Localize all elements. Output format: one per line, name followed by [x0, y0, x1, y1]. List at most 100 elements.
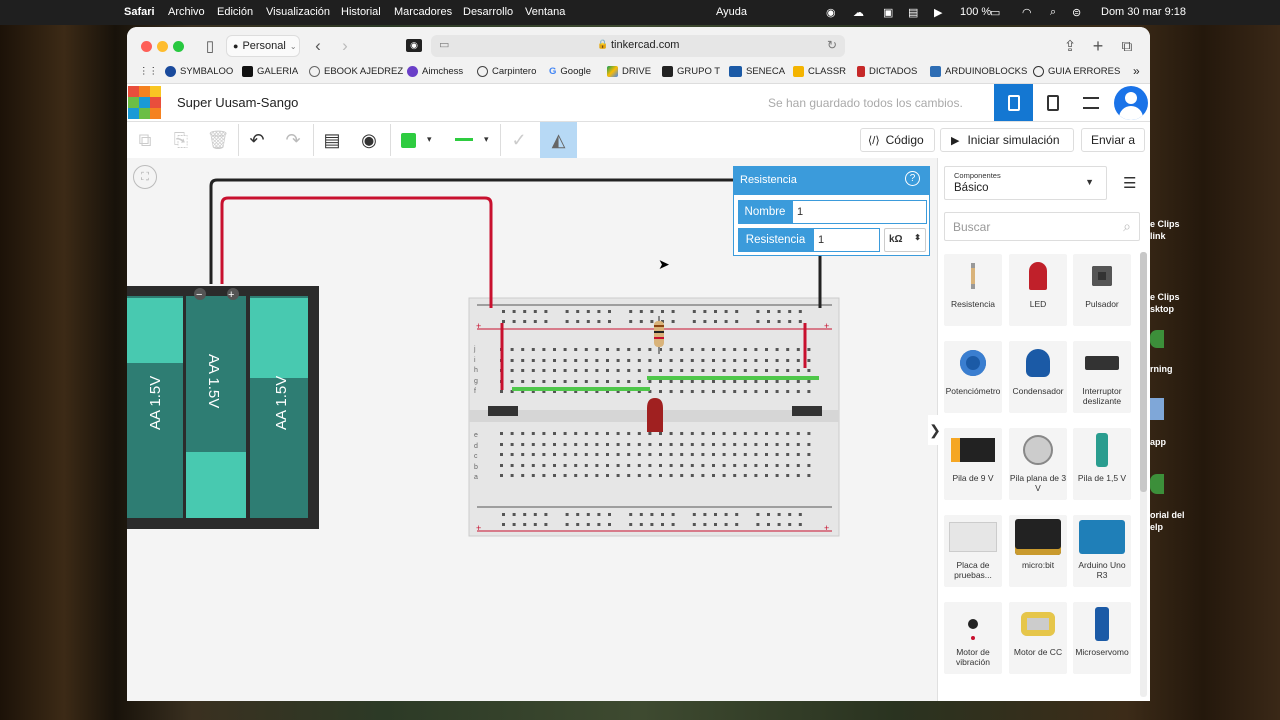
- bookmark-ebook-ajedrez[interactable]: EBOOK AJEDREZ: [309, 66, 403, 77]
- desktop-file-icon[interactable]: [1150, 474, 1164, 494]
- start-simulation-button[interactable]: ▶ Iniciar simulación: [940, 128, 1074, 152]
- sidebar-icon[interactable]: ▯: [200, 37, 220, 55]
- clipboard-icon[interactable]: ▤: [908, 6, 918, 19]
- desktop-label[interactable]: link: [1150, 231, 1166, 241]
- text-icon[interactable]: ▣: [883, 6, 893, 19]
- list-view-icon[interactable]: ☰: [1123, 174, 1136, 192]
- component-tile[interactable]: Pila de 9 V: [944, 428, 1002, 500]
- bookmarks-overflow-icon[interactable]: »: [1133, 64, 1140, 78]
- component-tile[interactable]: Pulsador: [1073, 254, 1131, 326]
- notes-icon[interactable]: ▤: [318, 125, 346, 155]
- send-to-button[interactable]: Enviar a: [1081, 128, 1145, 152]
- bookmark-grupo-t[interactable]: GRUPO T: [662, 66, 720, 77]
- battery-percent[interactable]: 100 %: [960, 6, 991, 18]
- search-input[interactable]: Buscar ⌕: [944, 212, 1140, 241]
- slide-switch[interactable]: [792, 406, 822, 416]
- component-tile[interactable]: Interruptor deslizante: [1073, 341, 1131, 413]
- component-tile[interactable]: Placa de pruebas...: [944, 515, 1002, 587]
- desktop-label[interactable]: e Clips: [1150, 292, 1180, 302]
- paste-icon[interactable]: ⎘: [167, 125, 195, 155]
- forward-button[interactable]: ›: [337, 36, 353, 55]
- desktop-label[interactable]: elp: [1150, 522, 1163, 532]
- resistance-input[interactable]: 1: [813, 228, 880, 252]
- menu-ventana[interactable]: Ventana: [525, 6, 565, 18]
- unit-select[interactable]: kΩ ⬍: [884, 228, 926, 252]
- user-avatar[interactable]: [1114, 86, 1148, 120]
- zoom-window-button[interactable]: [173, 41, 184, 52]
- bookmark-carpintero[interactable]: Carpintero: [477, 66, 536, 77]
- cloud-icon[interactable]: ☁: [853, 6, 864, 19]
- spotlight-icon[interactable]: ⌕: [1050, 6, 1056, 19]
- component-tile[interactable]: Motor de vibración: [944, 602, 1002, 674]
- address-bar[interactable]: ▭ 🔒 tinkercad.com ↻: [431, 35, 845, 57]
- desktop-label[interactable]: e Clips: [1150, 219, 1180, 229]
- help-icon[interactable]: ?: [905, 171, 920, 186]
- component-tile[interactable]: Motor de CC: [1009, 602, 1067, 674]
- menu-edicion[interactable]: Edición: [217, 6, 253, 18]
- menu-archivo[interactable]: Archivo: [168, 6, 205, 18]
- menu-visualizacion[interactable]: Visualización: [266, 6, 330, 18]
- color-swatch[interactable]: [401, 133, 416, 148]
- desktop-label[interactable]: app: [1150, 437, 1166, 447]
- slide-switch[interactable]: [488, 406, 518, 416]
- resistor[interactable]: [654, 321, 664, 347]
- bookmark-seneca[interactable]: SENECA: [729, 66, 785, 77]
- redo-icon[interactable]: ↷: [279, 125, 307, 155]
- wire-type-icon[interactable]: [455, 138, 473, 141]
- profile-selector[interactable]: ● Personal ⌄: [226, 35, 300, 57]
- share-icon[interactable]: ⇪: [1062, 37, 1078, 55]
- bookmark-guia-errores[interactable]: GUIA ERRORES: [1033, 66, 1120, 77]
- wifi-icon[interactable]: ◠: [1022, 6, 1032, 19]
- component-tile[interactable]: Microservomo: [1073, 602, 1131, 674]
- component-tile[interactable]: Pila de 1,5 V: [1073, 428, 1131, 500]
- component-tile[interactable]: Potenciómetro: [944, 341, 1002, 413]
- reload-icon[interactable]: ↻: [827, 38, 837, 52]
- component-list-button[interactable]: [1075, 84, 1107, 121]
- category-select[interactable]: Componentes Básico ▼: [944, 166, 1107, 200]
- back-button[interactable]: ‹: [310, 36, 326, 55]
- project-title[interactable]: Super Uusam-Sango: [177, 95, 298, 110]
- tinkercad-logo[interactable]: [128, 86, 162, 120]
- menu-desarrollo[interactable]: Desarrollo: [463, 6, 513, 18]
- bookmark-drive[interactable]: DRIVE: [607, 66, 651, 77]
- bookmark-classr[interactable]: CLASSR: [793, 66, 846, 77]
- component-tile[interactable]: Pila plana de 3 V: [1009, 428, 1067, 500]
- desktop-file-icon[interactable]: [1150, 398, 1164, 420]
- circuit-view-button[interactable]: [994, 84, 1033, 121]
- menu-safari[interactable]: Safari: [124, 6, 155, 18]
- menu-historial[interactable]: Historial: [341, 6, 381, 18]
- rotate-icon[interactable]: ✓: [505, 125, 533, 155]
- tab-favicon-icon[interactable]: ◉: [406, 39, 422, 52]
- undo-icon[interactable]: ↶: [243, 125, 271, 155]
- panel-scrollbar[interactable]: [1140, 252, 1147, 697]
- code-button[interactable]: ⟨/⟩ Código: [860, 128, 935, 152]
- menu-ayuda[interactable]: Ayuda: [716, 6, 747, 18]
- bookmark-google[interactable]: G Google: [549, 66, 591, 77]
- component-tile[interactable]: Resistencia: [944, 254, 1002, 326]
- wire-type-dropdown-icon[interactable]: ▾: [484, 134, 489, 145]
- view-notes-icon[interactable]: ◉: [355, 125, 383, 155]
- component-tile[interactable]: Condensador: [1009, 341, 1067, 413]
- component-tile[interactable]: LED: [1009, 254, 1067, 326]
- bookmark-galeria[interactable]: GALERIA: [242, 66, 298, 77]
- record-icon[interactable]: ◉: [826, 6, 836, 19]
- desktop-label[interactable]: sktop: [1150, 304, 1174, 314]
- collapse-panel-icon[interactable]: ❯: [928, 415, 942, 445]
- control-center-icon[interactable]: ⊜: [1072, 6, 1081, 19]
- apps-grid-icon[interactable]: ⋮⋮: [139, 66, 158, 77]
- component-tile[interactable]: micro:bit: [1009, 515, 1067, 587]
- bookmark-aimchess[interactable]: Aimchess: [407, 66, 463, 77]
- minimize-window-button[interactable]: [157, 41, 168, 52]
- name-input[interactable]: 1: [792, 200, 927, 224]
- copy-icon[interactable]: ⧉: [131, 125, 159, 155]
- desktop-label[interactable]: orial del: [1150, 510, 1185, 520]
- delete-icon[interactable]: 🗑: [204, 125, 232, 155]
- page-menu-icon[interactable]: ▭: [439, 38, 449, 51]
- desktop-file-icon[interactable]: [1150, 330, 1164, 348]
- schematic-view-button[interactable]: [1037, 84, 1069, 121]
- component-tile[interactable]: Arduino Uno R3: [1073, 515, 1131, 587]
- bookmark-arduinoblocks[interactable]: ARDUINOBLOCKS: [930, 66, 1027, 77]
- tab-overview-icon[interactable]: ⧉: [1119, 37, 1135, 55]
- new-tab-icon[interactable]: +: [1090, 36, 1106, 56]
- bookmark-symbaloo[interactable]: SYMBALOO: [165, 66, 233, 77]
